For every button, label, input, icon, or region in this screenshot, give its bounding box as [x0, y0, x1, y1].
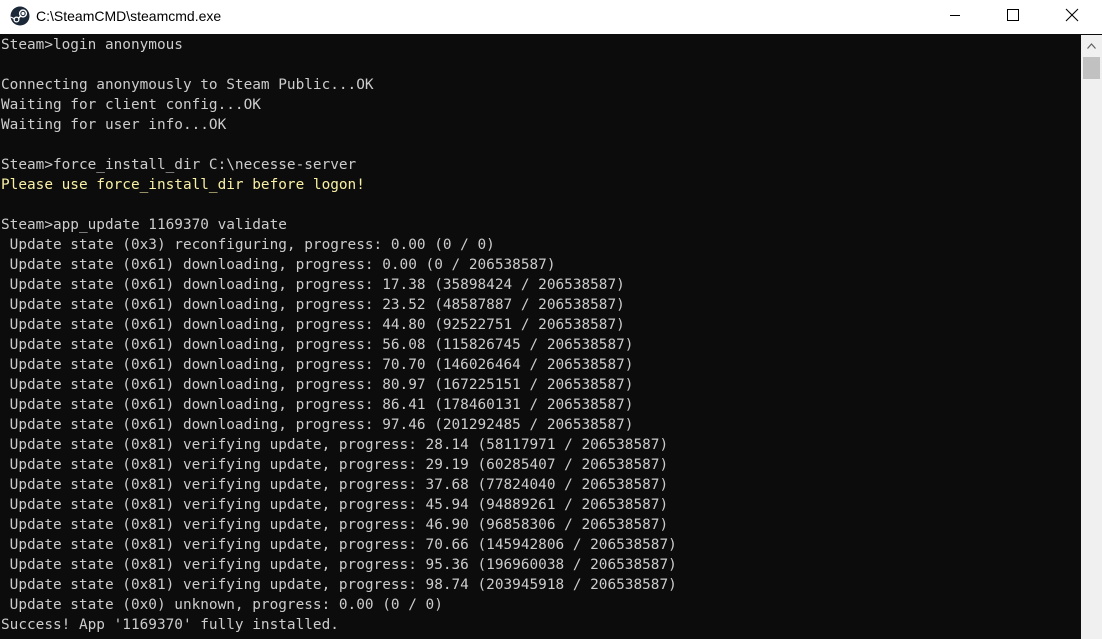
console-output[interactable]: Steam>login anonymous Connecting anonymou… — [0, 35, 1080, 639]
console-line: Update state (0x81) verifying update, pr… — [1, 557, 677, 573]
close-icon — [1065, 8, 1079, 27]
console-line: Update state (0x61) downloading, progres… — [1, 357, 634, 373]
console-line: Update state (0x61) downloading, progres… — [1, 377, 634, 393]
console-line: Update state (0x81) verifying update, pr… — [1, 517, 669, 533]
console-line: Waiting for user info...OK — [1, 117, 227, 133]
minimize-button[interactable] — [926, 0, 984, 34]
console-line: Update state (0x81) verifying update, pr… — [1, 437, 669, 453]
console-line: Update state (0x61) downloading, progres… — [1, 257, 556, 273]
chevron-up-icon — [1087, 36, 1096, 54]
vertical-scrollbar[interactable] — [1081, 35, 1102, 639]
console-line: Connecting anonymously to Steam Public..… — [1, 77, 374, 93]
console-line: Update state (0x61) downloading, progres… — [1, 337, 634, 353]
console-line: Update state (0x61) downloading, progres… — [1, 277, 625, 293]
console-line: Update state (0x61) downloading, progres… — [1, 397, 634, 413]
console-line: Update state (0x3) reconfiguring, progre… — [1, 237, 495, 253]
console-line: Update state (0x0) unknown, progress: 0.… — [1, 597, 443, 613]
scroll-up-button[interactable] — [1081, 35, 1102, 55]
console-line: Update state (0x81) verifying update, pr… — [1, 497, 669, 513]
scroll-thumb[interactable] — [1083, 57, 1100, 79]
console-line: Update state (0x61) downloading, progres… — [1, 417, 634, 433]
console-line: Update state (0x61) downloading, progres… — [1, 317, 625, 333]
window-title: C:\SteamCMD\steamcmd.exe — [36, 8, 222, 24]
steam-icon — [10, 6, 30, 26]
console-line: Steam>app_update 1169370 validate — [1, 217, 287, 233]
title-bar[interactable]: C:\SteamCMD\steamcmd.exe — [0, 0, 1102, 34]
console-warning-line: Please use force_install_dir before logo… — [1, 177, 365, 193]
console-window: C:\SteamCMD\steamcmd.exe Steam>login ano… — [0, 0, 1102, 639]
maximize-button[interactable] — [984, 0, 1042, 34]
console-line: Waiting for client config...OK — [1, 97, 261, 113]
maximize-icon — [1007, 8, 1019, 26]
console-line: Update state (0x81) verifying update, pr… — [1, 477, 669, 493]
console-line: Update state (0x61) downloading, progres… — [1, 297, 625, 313]
console-line: Update state (0x81) verifying update, pr… — [1, 577, 677, 593]
minimize-icon — [949, 8, 961, 26]
console-line: Update state (0x81) verifying update, pr… — [1, 537, 677, 553]
console-line: Success! App '1169370' fully installed. — [1, 617, 339, 633]
console-line: Steam>force_install_dir C:\necesse-serve… — [1, 157, 357, 173]
console-line: Update state (0x81) verifying update, pr… — [1, 457, 669, 473]
close-button[interactable] — [1043, 0, 1101, 34]
console-line: Steam>login anonymous — [1, 37, 183, 53]
